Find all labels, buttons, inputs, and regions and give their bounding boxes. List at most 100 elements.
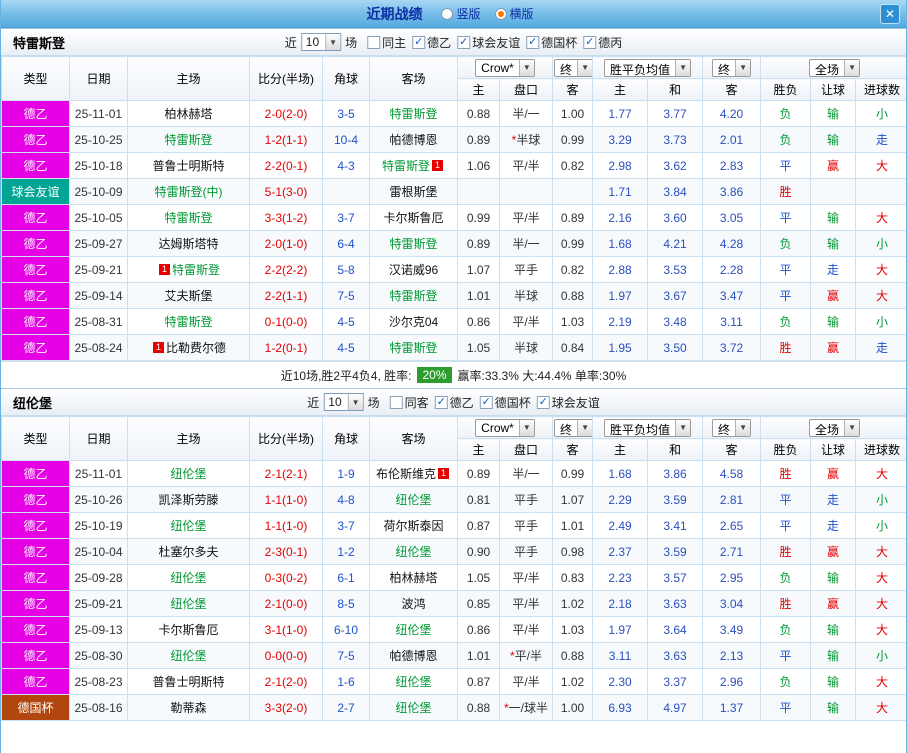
avg-away: 2.65 <box>702 512 762 539</box>
team-name-link[interactable]: 特雷斯登 <box>389 107 437 121</box>
team-name-link[interactable]: 荷尔斯泰因 <box>383 519 443 533</box>
team-name-link[interactable]: 特雷斯登 <box>389 237 437 251</box>
team-name-link[interactable]: 纽伦堡 <box>170 467 206 481</box>
team-name-link[interactable]: 雷根斯堡 <box>389 185 437 199</box>
team-name-link[interactable]: 纽伦堡 <box>395 545 431 559</box>
match-score[interactable]: 2-0(2-0) <box>249 100 323 127</box>
filter-checkbox[interactable]: ✓ 德乙 <box>412 34 451 51</box>
match-score[interactable]: 2-2(1-1) <box>249 282 323 309</box>
team-name-link[interactable]: 特雷斯登 <box>389 341 437 355</box>
team-name-link[interactable]: 特雷斯登(中) <box>155 185 223 199</box>
final-odds-dropdown[interactable]: 终 ▼ <box>554 58 592 77</box>
avg-odds-dropdown[interactable]: 胜平负均值 ▼ <box>604 58 692 77</box>
match-score[interactable]: 1-2(1-1) <box>249 126 323 153</box>
filter-checkbox[interactable]: ✓ 德丙 <box>583 34 622 51</box>
match-score[interactable]: 2-1(2-1) <box>249 460 323 487</box>
home-team-cell: 1 特雷斯登 <box>127 256 250 283</box>
team-name-link[interactable]: 帕德博恩 <box>389 133 437 147</box>
match-score[interactable]: 0-1(0-0) <box>249 308 323 335</box>
match-count-select[interactable]: 10 ▼ <box>300 33 342 51</box>
team-name-link[interactable]: 特雷斯登 <box>164 315 212 329</box>
filter-checkbox[interactable]: 同主 <box>367 34 406 51</box>
final-avg-dropdown[interactable]: 终 ▼ <box>712 418 752 437</box>
team-name-link[interactable]: 纽伦堡 <box>395 701 431 715</box>
match-score[interactable]: 5-1(3-0) <box>249 178 323 205</box>
team-name-link[interactable]: 比勒费尔德 <box>166 341 226 355</box>
filter-checkbox[interactable]: ✓ 德国杯 <box>526 34 577 51</box>
layout-option-vertical[interactable]: 竖版 <box>441 5 481 22</box>
goals-result-cell: 大 <box>855 590 906 617</box>
team-name-link[interactable]: 纽伦堡 <box>170 571 206 585</box>
team-name-link[interactable]: 艾夫斯堡 <box>164 289 212 303</box>
match-score[interactable]: 0-0(0-0) <box>249 642 323 669</box>
team-name-link[interactable]: 纽伦堡 <box>170 519 206 533</box>
result-cell: 负 <box>760 308 812 335</box>
team-name-link[interactable]: 普鲁士明斯特 <box>152 159 224 173</box>
sub-col-odds-home: 主 <box>457 78 500 101</box>
match-score[interactable]: 2-2(0-1) <box>249 152 323 179</box>
team-name-link[interactable]: 特雷斯登 <box>164 211 212 225</box>
layout-option-horizontal[interactable]: 横版 <box>494 5 534 22</box>
team-name-link[interactable]: 特雷斯登 <box>389 289 437 303</box>
odds-provider-dropdown[interactable]: Crow* ▼ <box>475 418 535 437</box>
team-name-link[interactable]: 特雷斯登 <box>382 159 430 173</box>
team-name-link[interactable]: 纽伦堡 <box>170 649 206 663</box>
avg-away: 2.01 <box>702 126 762 153</box>
team-name-link[interactable]: 柏林赫塔 <box>164 107 212 121</box>
team-name-link[interactable]: 沙尔克04 <box>389 315 438 329</box>
team-name-link[interactable]: 达姆斯塔特 <box>158 237 218 251</box>
match-count-select[interactable]: 10 ▼ <box>323 393 364 411</box>
team-name-link[interactable]: 帕德博恩 <box>389 649 437 663</box>
filter-checkbox[interactable]: ✓ 德国杯 <box>479 394 531 411</box>
filter-checkbox[interactable]: ✓ 球会友谊 <box>536 394 600 411</box>
goals-result-cell: 小 <box>855 512 906 539</box>
home-team-cell: 勒蒂森 <box>127 694 250 721</box>
full-time-dropdown[interactable]: 全场 ▼ <box>809 418 861 437</box>
team-name-link[interactable]: 波鸿 <box>401 597 425 611</box>
handicap-result-cell: 赢 <box>810 152 857 179</box>
final-odds-dropdown[interactable]: 终 ▼ <box>554 418 592 437</box>
team-name-link[interactable]: 纽伦堡 <box>170 597 206 611</box>
match-score[interactable]: 1-2(0-1) <box>249 334 323 361</box>
odds-provider-dropdown[interactable]: Crow* ▼ <box>475 58 535 77</box>
team-name-link[interactable]: 布伦斯维克 <box>376 467 436 481</box>
team-name-link[interactable]: 卡尔斯鲁厄 <box>158 623 218 637</box>
match-score[interactable]: 3-3(2-0) <box>249 694 323 721</box>
match-score[interactable]: 1-1(1-0) <box>249 486 323 513</box>
filter-checkbox[interactable]: ✓ 球会友谊 <box>457 34 520 51</box>
team-name-link[interactable]: 特雷斯登 <box>172 263 220 277</box>
team-name-link[interactable]: 普鲁士明斯特 <box>152 675 224 689</box>
match-score[interactable]: 2-0(1-0) <box>249 230 323 257</box>
filter-checkbox[interactable]: 同客 <box>389 394 429 411</box>
team-name-link[interactable]: 勒蒂森 <box>170 701 206 715</box>
checkbox-label: 德丙 <box>598 35 623 50</box>
team-name-link[interactable]: 汉诺威96 <box>389 263 438 277</box>
match-date: 25-08-30 <box>69 642 128 669</box>
avg-draw: 4.97 <box>647 694 704 721</box>
team-name-link[interactable]: 纽伦堡 <box>395 493 431 507</box>
match-score[interactable]: 2-3(0-1) <box>249 538 323 565</box>
match-score[interactable]: 2-2(2-2) <box>249 256 323 283</box>
final-avg-dropdown[interactable]: 终 ▼ <box>712 58 752 77</box>
filter-checkbox[interactable]: ✓ 德乙 <box>434 394 474 411</box>
match-score[interactable]: 3-3(1-2) <box>249 204 323 231</box>
avg-home: 2.37 <box>592 538 649 565</box>
odds-handicap: 平/半 <box>498 204 554 231</box>
avg-away: 4.28 <box>702 230 762 257</box>
team-name-link[interactable]: 杜塞尔多夫 <box>158 545 218 559</box>
team-name-link[interactable]: 纽伦堡 <box>395 675 431 689</box>
full-time-dropdown[interactable]: 全场 ▼ <box>809 58 861 77</box>
team-name-link[interactable]: 凯泽斯劳滕 <box>158 493 218 507</box>
match-score[interactable]: 1-1(1-0) <box>249 512 323 539</box>
team-name-link[interactable]: 纽伦堡 <box>395 623 431 637</box>
match-score[interactable]: 2-1(2-0) <box>249 668 323 695</box>
team-name-link[interactable]: 卡尔斯鲁厄 <box>383 211 443 225</box>
avg-odds-dropdown[interactable]: 胜平负均值 ▼ <box>604 418 692 437</box>
team-name-link[interactable]: 柏林赫塔 <box>389 571 437 585</box>
team-name-link[interactable]: 特雷斯登 <box>164 133 212 147</box>
match-score[interactable]: 2-1(0-0) <box>249 590 323 617</box>
close-button[interactable]: ✕ <box>880 4 900 24</box>
league-type-cell: 德乙 <box>1 616 70 643</box>
match-score[interactable]: 0-3(0-2) <box>249 564 323 591</box>
match-score[interactable]: 3-1(1-0) <box>249 616 323 643</box>
